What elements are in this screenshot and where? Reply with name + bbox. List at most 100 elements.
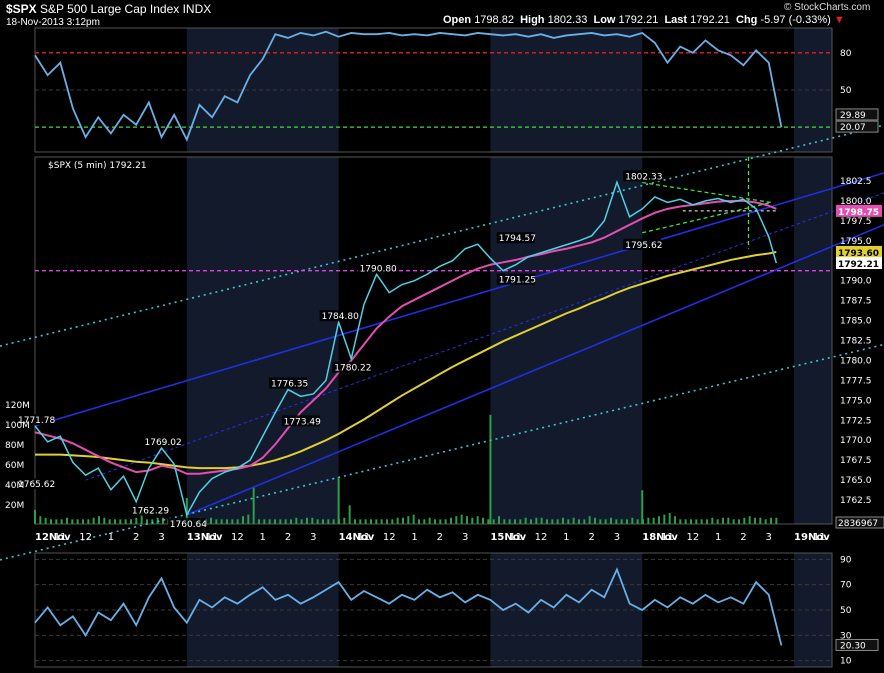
ma-short-line: [34, 199, 777, 475]
volume-bar: [562, 517, 565, 524]
price-label: 1776.35: [271, 380, 308, 390]
volume-bar: [487, 519, 490, 524]
volume-bar: [503, 519, 506, 524]
volume-bar: [775, 517, 778, 524]
volume-bar: [626, 519, 629, 524]
volume-bar: [268, 519, 271, 524]
x-tick-label: 2: [285, 532, 291, 543]
upper-tick-label: 80: [840, 49, 852, 59]
volume-spike: [641, 490, 644, 524]
volume-bar: [439, 519, 442, 524]
volume-bar: [583, 519, 586, 524]
x-tick-label: 2: [588, 532, 594, 543]
volume-bar: [66, 517, 69, 524]
price-panel-title: $SPX (5 min) 1792.21: [48, 161, 147, 171]
volume-bar: [519, 519, 522, 524]
volume-bar: [258, 519, 261, 524]
x-tick-label: 2: [133, 532, 139, 543]
x-tick-label: 1: [715, 532, 721, 543]
x-tick-label: 11: [509, 532, 522, 543]
volume-bar: [647, 517, 650, 524]
volume-bar: [364, 519, 367, 524]
volume-bar: [764, 519, 767, 524]
volume-bar: [327, 519, 330, 524]
cyan-dotted-lower: [0, 343, 884, 561]
volume-bar: [300, 519, 303, 524]
volume-bar: [236, 519, 239, 524]
volume-bar: [546, 519, 549, 524]
volume-bar: [695, 519, 698, 524]
lower-last-value: 20.30: [840, 641, 866, 651]
price-label: 1769.02: [145, 438, 182, 448]
x-tick-label: 1: [108, 532, 114, 543]
price-tick-label: 1770.0: [840, 436, 872, 446]
lower-tick-label: 10: [840, 657, 852, 667]
volume-bar: [706, 519, 709, 524]
volume-bar: [658, 516, 661, 524]
cyan-dotted-upper: [0, 124, 884, 347]
volume-tick-label: 100M: [5, 421, 30, 431]
volume-tick-label: 120M: [5, 401, 30, 411]
price-tick-label: 1767.5: [840, 456, 872, 466]
grid-lines: [35, 52, 832, 662]
volume-bar: [82, 519, 85, 524]
volume-tick-label: 80M: [5, 441, 24, 451]
price-tick-label: 1797.5: [840, 217, 872, 227]
x-tick-label: 2: [437, 532, 443, 543]
volume-bar: [55, 519, 58, 524]
volume-bar: [663, 514, 666, 524]
x-tick-label: 1: [411, 532, 417, 543]
x-tick-label: 12: [686, 532, 699, 543]
volume-bar: [114, 519, 117, 524]
upper-indicator-line: [34, 30, 783, 142]
volume-bar: [679, 519, 682, 524]
trend-overlays: [0, 52, 884, 561]
volume-bar: [738, 519, 741, 524]
volume-bar: [343, 517, 346, 524]
panel-frames: [34, 27, 833, 668]
price-label: 1790.80: [360, 264, 397, 274]
volume-bar: [434, 519, 437, 524]
price-label: 1773.49: [284, 417, 321, 427]
volume-tick-label: 20M: [5, 501, 24, 511]
axis-labels: 805029.8920.071802.51800.01797.51795.017…: [5, 49, 884, 667]
volume-bar: [455, 516, 458, 524]
volume-bar: [220, 519, 223, 524]
x-tick-label: 12: [383, 532, 396, 543]
x-tick-label: 12: [231, 532, 244, 543]
price-label: 1795.62: [625, 241, 662, 251]
price-tick-label: 1787.5: [840, 297, 872, 307]
session-band: [794, 157, 832, 524]
price-label: 1762.29: [132, 507, 169, 517]
upper-last-value: 20.07: [840, 123, 866, 133]
volume-bar: [279, 519, 282, 524]
price-tick-label: 1802.5: [840, 177, 872, 187]
volume-bar: [620, 519, 623, 524]
volume-bar: [588, 516, 591, 524]
volume-bar: [98, 516, 101, 524]
price-tick-label: 1772.5: [840, 416, 872, 426]
volume-bar: [290, 519, 293, 524]
volume-bar: [44, 517, 47, 524]
price-label: 1760.64: [170, 520, 207, 530]
volume-bar: [263, 519, 266, 524]
price-tick-label: 1790.0: [840, 277, 872, 287]
volume-bar: [508, 519, 511, 524]
volume-tick-label: 40M: [5, 481, 24, 491]
volume-bar: [551, 519, 554, 524]
volume-bar: [428, 517, 431, 524]
volume-bar: [348, 505, 351, 524]
price-tick-label: 1775.0: [840, 396, 872, 406]
volume-bar: [370, 519, 373, 524]
volume-bar: [380, 519, 383, 524]
volume-bar: [407, 516, 410, 524]
volume-tick-label: 60M: [5, 461, 24, 471]
volume-bar: [226, 519, 229, 524]
x-tick-label: 3: [766, 532, 772, 543]
volume-bar: [492, 519, 495, 524]
volume-bar: [759, 517, 762, 524]
price-tick-label: 1765.0: [840, 476, 872, 486]
volume-bar: [540, 517, 543, 524]
volume-bar: [130, 519, 133, 524]
volume-bar: [748, 516, 751, 524]
